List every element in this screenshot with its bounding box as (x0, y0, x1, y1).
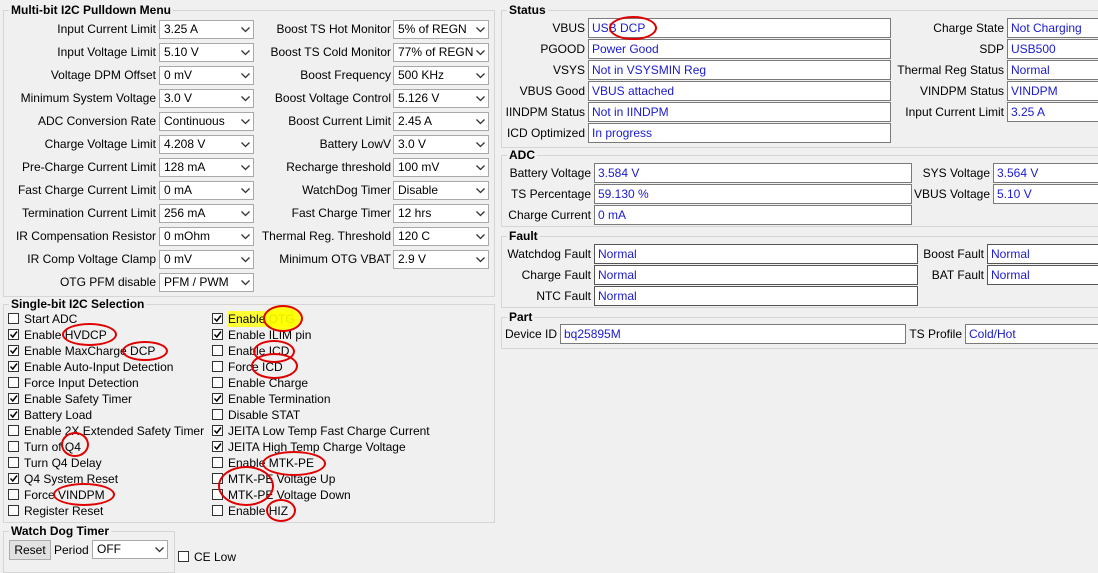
field-label-thermal-reg-status: Thermal Reg Status (897, 63, 1004, 77)
chevron-down-icon (473, 228, 488, 245)
field-label-vbus-voltage: VBUS Voltage (913, 187, 990, 201)
ts-profile-field: Cold/Hot (965, 324, 1098, 344)
checkbox-box (212, 409, 223, 420)
field-charge-state: Not Charging (1007, 18, 1098, 38)
field-bat-fault: Normal (987, 265, 1098, 285)
field-label-icd-optimized: ICD Optimized (506, 126, 585, 140)
checkbox-box (8, 313, 19, 324)
checkbox-label: Enable Safety Timer (24, 392, 133, 406)
period-select[interactable]: OFF (92, 540, 168, 559)
checkbox-box (212, 361, 223, 372)
checkbox-box (8, 473, 19, 484)
period-label: Period (54, 543, 89, 557)
checkbox-box (8, 345, 19, 356)
checkbox-box (8, 457, 19, 468)
field-charge-current: 0 mA (594, 205, 912, 225)
checkbox-label: Enable Termination (228, 392, 331, 406)
status-title: Status (507, 3, 548, 17)
field-icd-optimized: In progress (588, 123, 891, 143)
checkbox-label: Enable ILIM pin (228, 328, 312, 342)
checkbox-label: Enable ICD (228, 344, 290, 358)
checkbox-label: Enable Auto-Input Detection (24, 360, 174, 374)
field-boost-fault: Normal (987, 244, 1098, 264)
device-id-field: bq25895M (560, 324, 906, 344)
field-label-boost-fault: Boost Fault (923, 247, 984, 261)
checkbox-label: Enable HVDCP (24, 328, 107, 342)
select-thermal-reg-threshold[interactable]: 120 C (393, 227, 489, 246)
field-label-sys-voltage: SYS Voltage (922, 166, 990, 180)
checkbox-box (212, 313, 223, 324)
checkbox-label: MTK-PE Voltage Up (228, 472, 336, 486)
field-label-input-current-limit: Input Current Limit (905, 105, 1004, 119)
field-label-ntc-fault: NTC Fault (536, 289, 591, 303)
checkbox-box (212, 345, 223, 356)
checkbox-box (212, 441, 223, 452)
checkbox-box (212, 473, 223, 484)
field-label-charge-current: Charge Current (508, 208, 591, 222)
ce-low-label: CE Low (194, 550, 237, 564)
checkbox-box (8, 409, 19, 420)
reset-button[interactable]: Reset (9, 540, 51, 560)
checkbox-box (178, 551, 189, 562)
otg-highlight (263, 305, 303, 331)
checkbox-label: Disable STAT (228, 408, 301, 422)
checkbox-box (212, 377, 223, 388)
field-vindpm-status: VINDPM (1007, 81, 1098, 101)
fault-title: Fault (507, 229, 540, 243)
checkbox-box (8, 441, 19, 452)
part-title: Part (507, 310, 535, 324)
checkbox-box (212, 489, 223, 500)
checkbox-box (8, 425, 19, 436)
checkbox-box (8, 505, 19, 516)
checkbox-box (8, 393, 19, 404)
ts-profile-label: TS Profile (909, 327, 962, 341)
checkbox-label: Battery Load (24, 408, 93, 422)
field-label-charge-state: Charge State (933, 21, 1004, 35)
multibit-title: Multi-bit I2C Pulldown Menu (9, 3, 173, 17)
field-sdp: USB500 (1007, 39, 1098, 59)
checkbox-label: JEITA High Temp Charge Voltage (228, 440, 406, 454)
field-label-sdp: SDP (979, 42, 1004, 56)
checkbox-label: Enable MTK-PE (228, 456, 315, 470)
device-id-label: Device ID (504, 327, 557, 341)
checkbox-label: Enable 2X Extended Safety Timer (24, 424, 205, 438)
checkbox-label: Force ICD (228, 360, 283, 374)
adc-title: ADC (507, 148, 537, 162)
field-ntc-fault: Normal (594, 286, 918, 306)
checkbox-label: Register Reset (24, 504, 104, 518)
checkbox-label: Turn of Q4 (24, 440, 81, 454)
checkbox-label: Enable MaxCharge DCP (24, 344, 156, 358)
checkbox-box (8, 377, 19, 388)
field-input-current-limit: 3.25 A (1007, 102, 1098, 122)
chevron-down-icon (152, 541, 167, 558)
checkbox-label: Force VINDPM (24, 488, 105, 502)
checkbox-box (212, 425, 223, 436)
field-sys-voltage: 3.564 V (993, 163, 1098, 183)
combo-label-thermal-reg-threshold: Thermal Reg. Threshold (261, 229, 391, 243)
checkbox-label: Force Input Detection (24, 376, 139, 390)
checkbox-label: JEITA Low Temp Fast Charge Current (228, 424, 430, 438)
checkbox-label: MTK-PE Voltage Down (228, 488, 351, 502)
field-label-vindpm-status: VINDPM Status (919, 84, 1004, 98)
checkbox-label: Start ADC (24, 312, 78, 326)
field-vbus-voltage: 5.10 V (993, 184, 1098, 204)
field-label-bat-fault: BAT Fault (931, 268, 984, 282)
checkbox-box (212, 393, 223, 404)
field-thermal-reg-status: Normal (1007, 60, 1098, 80)
checkbox-box (8, 489, 19, 500)
checkbox-box (212, 329, 223, 340)
watchdog-title: Watch Dog Timer (9, 524, 112, 538)
checkbox-label: Enable HIZ (228, 504, 289, 518)
checkbox-label: Turn Q4 Delay (24, 456, 102, 470)
checkbox-box (8, 361, 19, 372)
checkbox-box (8, 329, 19, 340)
checkbox-label: Enable Charge (228, 376, 309, 390)
select-value: 120 C (398, 229, 431, 243)
checkbox-box (212, 505, 223, 516)
checkbox-box (212, 457, 223, 468)
checkbox-label: Q4 System Reset (24, 472, 119, 486)
period-value: OFF (97, 542, 121, 556)
